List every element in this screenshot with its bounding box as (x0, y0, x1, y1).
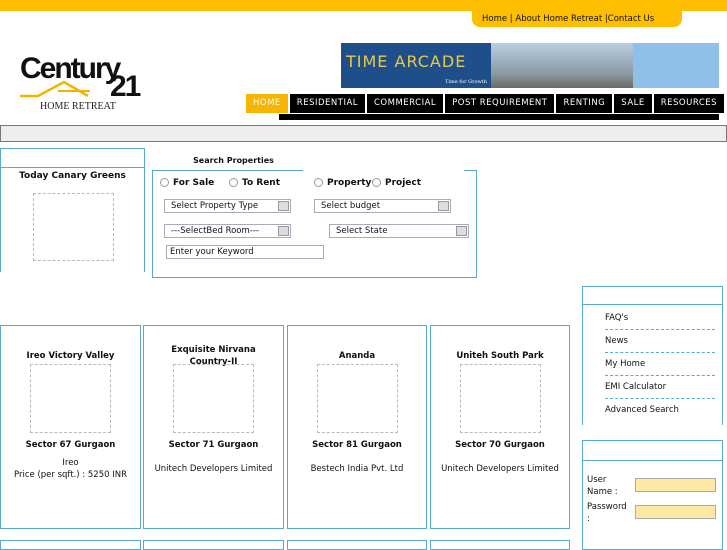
state-select[interactable]: Select State (329, 224, 469, 238)
menu-emi-calculator[interactable]: EMI Calculator (605, 376, 715, 399)
property-card[interactable] (143, 540, 284, 550)
property-card[interactable]: Ireo Victory Valley Sector 67 Gurgaon Ir… (0, 325, 141, 529)
project-radio[interactable]: Project (372, 178, 421, 188)
nav-underline (279, 114, 719, 120)
password-input[interactable] (635, 505, 716, 519)
to-rent-radio[interactable]: To Rent (229, 178, 280, 188)
menu-faqs[interactable]: FAQ's (605, 307, 715, 330)
username-label: User Name : (587, 475, 618, 497)
search-title: Search Properties (193, 156, 274, 165)
featured-title[interactable]: Today Canary Greens (1, 171, 144, 181)
century21-logo[interactable]: Century 21 HOME RETREAT (18, 44, 143, 112)
nav-resources[interactable]: RESOURCES (653, 94, 725, 113)
svg-text:HOME RETREAT: HOME RETREAT (40, 101, 116, 112)
menu-my-home[interactable]: My Home (605, 353, 715, 376)
banner-tagline: Time for Growth (445, 79, 487, 85)
nav-sale[interactable]: SALE (614, 94, 652, 113)
property-card[interactable] (430, 540, 570, 550)
password-label: Password : (587, 502, 627, 524)
banner-title: TIME ARCADE (346, 52, 467, 71)
property-card[interactable]: Uniteh South Park Sector 70 Gurgaon Unit… (430, 325, 570, 529)
dropdown-arrow-icon (278, 201, 289, 211)
banner-text-panel: TIME ARCADE Time for Growth (341, 43, 491, 88)
home-link[interactable]: Home (482, 14, 507, 24)
dropdown-arrow-icon (456, 226, 467, 236)
property-image[interactable] (30, 364, 111, 433)
property-image[interactable] (173, 364, 254, 433)
svg-text:21: 21 (110, 70, 141, 103)
for-sale-radio[interactable]: For Sale (160, 178, 214, 188)
featured-image[interactable] (33, 193, 114, 261)
nav-renting[interactable]: RENTING (556, 94, 613, 113)
property-image[interactable] (317, 364, 398, 433)
login-box: User Name : Password : (582, 440, 723, 550)
time-arcade-banner[interactable]: TIME ARCADE Time for Growth (341, 43, 719, 88)
menu-news[interactable]: News (605, 330, 715, 353)
menu-advanced-search[interactable]: Advanced Search (605, 399, 715, 421)
main-nav: HOME RESIDENTIAL COMMERCIAL POST REQUIRE… (246, 94, 725, 113)
svg-text:Century: Century (20, 52, 122, 85)
map-image (633, 43, 719, 88)
dropdown-arrow-icon (278, 226, 289, 236)
nav-residential[interactable]: RESIDENTIAL (289, 94, 365, 113)
gray-bar (0, 125, 727, 142)
nav-post-requirement[interactable]: POST REQUIREMENT (445, 94, 555, 113)
building-image (491, 43, 633, 88)
budget-select[interactable]: Select budget (314, 199, 451, 213)
top-links: Home | About Home Retreat |Contact Us (472, 8, 682, 27)
nav-commercial[interactable]: COMMERCIAL (367, 94, 444, 113)
property-radio[interactable]: Property (314, 178, 371, 188)
property-image[interactable] (460, 364, 541, 433)
about-link[interactable]: About Home Retreat (515, 14, 602, 24)
property-card[interactable]: Ananda Sector 81 Gurgaon Bestech India P… (287, 325, 427, 529)
username-input[interactable] (635, 478, 716, 492)
nav-home[interactable]: HOME (246, 94, 288, 113)
property-card[interactable] (0, 540, 141, 550)
keyword-input[interactable]: Enter your Keyword (166, 245, 324, 259)
side-menu: FAQ's News My Home EMI Calculator Advanc… (582, 286, 723, 425)
property-card[interactable] (287, 540, 427, 550)
dropdown-arrow-icon (438, 201, 449, 211)
bedroom-select[interactable]: ---SelectBed Room--- (164, 224, 291, 238)
property-card[interactable]: Exquisite Nirvana Country-II Sector 71 G… (143, 325, 284, 529)
contact-link[interactable]: Contact Us (608, 14, 654, 24)
featured-box: Today Canary Greens (0, 148, 145, 272)
property-type-select[interactable]: Select Property Type (164, 199, 291, 213)
